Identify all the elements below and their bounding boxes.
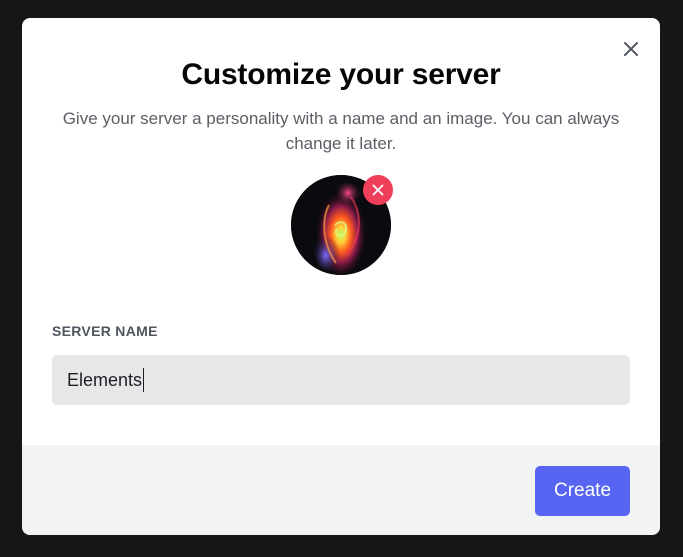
modal-footer: Create xyxy=(22,445,660,535)
modal-subtitle: Give your server a personality with a na… xyxy=(62,109,620,153)
server-name-label: SERVER NAME xyxy=(52,323,158,339)
server-name-input[interactable]: Elements xyxy=(52,355,630,405)
close-icon xyxy=(372,184,384,196)
close-button[interactable] xyxy=(620,38,642,60)
create-button[interactable]: Create xyxy=(535,466,630,516)
server-name-value: Elements xyxy=(67,369,143,390)
close-icon xyxy=(624,42,638,56)
server-icon-uploader[interactable] xyxy=(291,175,393,275)
remove-icon-button[interactable] xyxy=(363,175,393,205)
modal-title: Customize your server xyxy=(181,58,501,91)
text-caret xyxy=(143,368,145,392)
customize-server-modal: Customize your server Give your server a… xyxy=(22,18,660,535)
